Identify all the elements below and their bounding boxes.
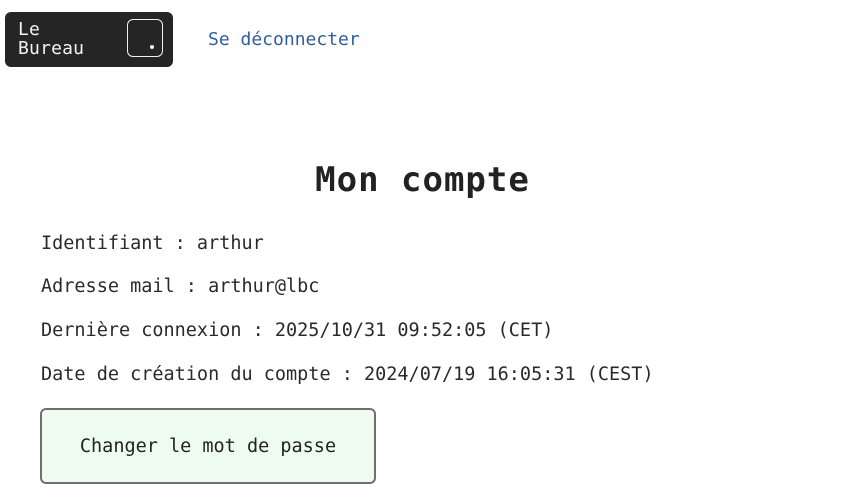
account-created-info: Date de création du compte : 2024/07/19 … [41,364,654,385]
logout-link[interactable]: Se déconnecter [208,29,360,50]
logo-dot-icon [150,45,154,49]
change-password-button[interactable]: Changer le mot de passe [40,408,376,484]
logo-text-line2: Bureau [18,38,85,59]
logo-text: Le Bureau [18,20,84,58]
logo[interactable]: Le Bureau [5,12,173,67]
last-login-info: Dernière connexion : 2025/10/31 09:52:05… [41,320,554,341]
header-bar: Le Bureau Se déconnecter [5,12,360,67]
page-title: Mon compte [315,160,530,200]
email-info: Adresse mail : arthur@lbc [41,276,320,297]
logo-box-icon [127,19,163,57]
username-info: Identifiant : arthur [41,233,264,254]
logo-text-line1: Le [18,19,41,40]
